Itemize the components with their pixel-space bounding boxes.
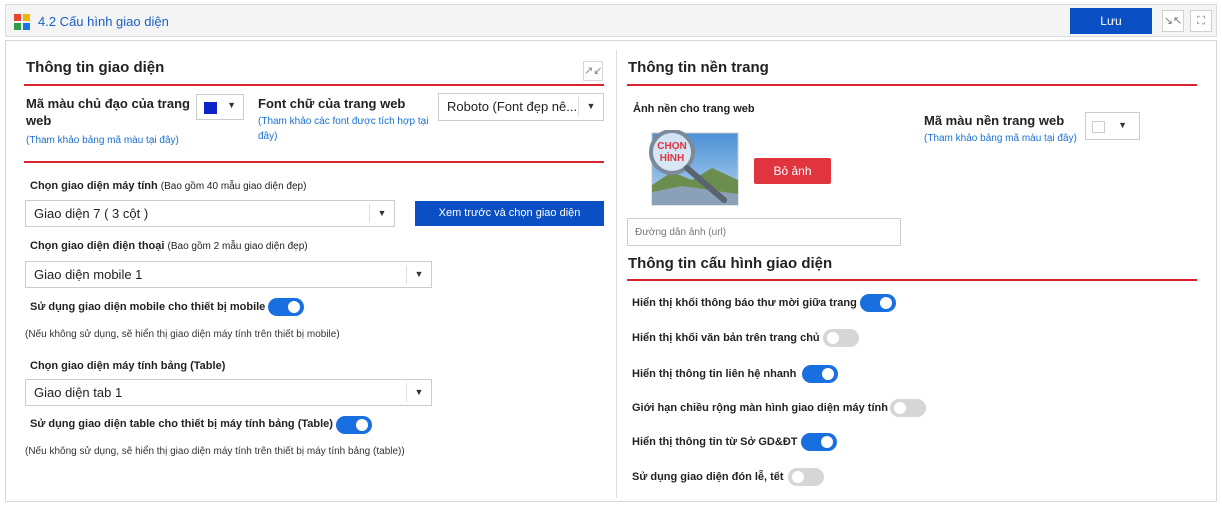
config-toggle-label: Hiển thị khối thông báo thư mời giữa tra… — [632, 297, 857, 309]
bg-image-label: Ảnh nền cho trang web — [633, 103, 755, 115]
config-toggle-switch[interactable] — [823, 329, 859, 347]
mobile-theme-label-note: (Bao gồm 2 mẫu giao diện đẹp) — [167, 241, 308, 252]
section-divider — [627, 84, 1197, 86]
mobile-toggle-label: Sử dụng giao diện mobile cho thiết bị mo… — [30, 301, 266, 313]
toggle-knob — [827, 332, 839, 344]
section-divider — [24, 84, 604, 86]
font-select-value: Roboto (Font đẹp nê... — [447, 99, 578, 114]
expand-icon[interactable]: ↗↙ — [583, 61, 603, 81]
chevron-down-icon: ▼ — [407, 262, 431, 287]
fullscreen-icon[interactable]: ⛶ — [1190, 10, 1212, 32]
choose-image-icon: CHỌN HÌNH — [649, 129, 739, 206]
image-url-input[interactable] — [627, 218, 901, 246]
bg-color-label: Mã màu nền trang web — [924, 113, 1065, 128]
chevron-down-icon: ▼ — [579, 94, 603, 119]
toggle-knob — [792, 471, 804, 483]
section-title-config: Thông tin cấu hình giao diện — [628, 255, 833, 272]
tablet-theme-select[interactable]: Giao diện tab 1 ▼ — [25, 379, 432, 406]
top-bar: 4.2 Cấu hình giao diện Lưu ↘↖ ⛶ — [5, 4, 1217, 37]
collapse-icon[interactable]: ↘↖ — [1162, 10, 1184, 32]
desktop-theme-label-bold: Chọn giao diện máy tính — [30, 180, 158, 192]
toggle-knob — [894, 402, 906, 414]
column-divider — [616, 50, 617, 498]
page-title: 4.2 Cấu hình giao diện — [38, 14, 169, 29]
app-grid-icon — [14, 14, 30, 30]
bg-color-hint-link[interactable]: (Tham khảo bảng mã màu tại đây) — [924, 131, 1077, 146]
config-toggle-label: Hiển thị thông tin từ Sở GD&ĐT — [632, 436, 798, 448]
bg-color-picker[interactable]: ▼ — [1085, 112, 1140, 140]
section-divider — [627, 279, 1197, 281]
choose-image-text: CHỌN — [657, 141, 686, 152]
chevron-down-icon: ▼ — [227, 100, 236, 110]
chevron-down-icon: ▼ — [1118, 120, 1127, 130]
config-toggle-switch[interactable] — [788, 468, 824, 486]
mobile-theme-label-bold: Chọn giao diện điện thoại — [30, 240, 165, 252]
tablet-toggle-label: Sử dụng giao diện table cho thiết bị máy… — [30, 418, 333, 430]
choose-image-text: HÌNH — [660, 151, 684, 164]
font-select[interactable]: Roboto (Font đẹp nê... ▼ — [438, 93, 604, 121]
font-hint-link[interactable]: (Tham khảo các font được tích hợp tại đâ… — [258, 114, 438, 144]
chevron-down-icon: ▼ — [370, 201, 394, 226]
bg-image-picker[interactable]: CHỌN HÌNH — [642, 129, 742, 208]
config-toggle-switch[interactable] — [890, 399, 926, 417]
tablet-toggle-note: (Nếu không sử dụng, sẽ hiển thị giao diệ… — [25, 446, 405, 457]
primary-color-label: Mã màu chủ đạo của trang web — [26, 96, 190, 128]
config-toggle-label: Hiển thị khối văn bản trên trang chủ — [632, 332, 820, 344]
tablet-theme-value: Giao diện tab 1 — [34, 385, 123, 400]
toggle-knob — [880, 297, 892, 309]
config-toggle-label: Giới hạn chiều rộng màn hình giao diện m… — [632, 402, 888, 414]
primary-color-hint-link[interactable]: (Tham khảo bảng mã màu tại đây) — [26, 133, 179, 148]
chevron-down-icon: ▼ — [407, 380, 431, 405]
mobile-theme-value: Giao diện mobile 1 — [34, 267, 143, 282]
toggle-knob — [822, 368, 834, 380]
tablet-theme-label-bold: Chọn giao diện máy tính bảng (Table) — [30, 360, 226, 372]
desktop-theme-select[interactable]: Giao diện 7 ( 3 cột ) ▼ — [25, 200, 395, 227]
config-toggle-switch[interactable] — [860, 294, 896, 312]
font-label: Font chữ của trang web — [258, 96, 406, 111]
section-title-interface: Thông tin giao diện — [26, 59, 165, 76]
color-swatch — [1092, 121, 1105, 133]
config-toggle-label: Hiển thị thông tin liên hệ nhanh — [632, 368, 797, 380]
desktop-theme-value: Giao diện 7 ( 3 cột ) — [34, 206, 149, 221]
desktop-theme-label: Chọn giao diện máy tính (Bao gồm 40 mẫu … — [30, 179, 306, 194]
primary-color-picker[interactable]: ▼ — [196, 94, 244, 120]
save-button[interactable]: Lưu — [1070, 8, 1152, 34]
tablet-toggle-switch[interactable] — [336, 416, 372, 434]
config-toggle-label: Sử dụng giao diện đón lễ, tết — [632, 471, 784, 483]
mobile-theme-select[interactable]: Giao diện mobile 1 ▼ — [25, 261, 432, 288]
mobile-toggle-switch[interactable] — [268, 298, 304, 316]
remove-image-button[interactable]: Bỏ ảnh — [754, 158, 831, 184]
mobile-toggle-note: (Nếu không sử dụng, sẽ hiển thị giao diệ… — [25, 329, 340, 340]
toggle-knob — [821, 436, 833, 448]
tablet-theme-label: Chọn giao diện máy tính bảng (Table) — [30, 359, 225, 373]
desktop-theme-label-note: (Bao gồm 40 mẫu giao diện đẹp) — [160, 181, 307, 192]
section-divider — [24, 161, 604, 163]
color-swatch — [204, 102, 217, 114]
toggle-knob — [356, 419, 368, 431]
config-toggle-switch[interactable] — [801, 433, 837, 451]
section-title-background: Thông tin nền trang — [628, 59, 769, 76]
toggle-knob — [288, 301, 300, 313]
mobile-theme-label: Chọn giao diện điện thoại (Bao gồm 2 mẫu… — [30, 239, 308, 254]
config-toggle-switch[interactable] — [802, 365, 838, 383]
preview-theme-button[interactable]: Xem trước và chọn giao diện — [415, 201, 604, 226]
